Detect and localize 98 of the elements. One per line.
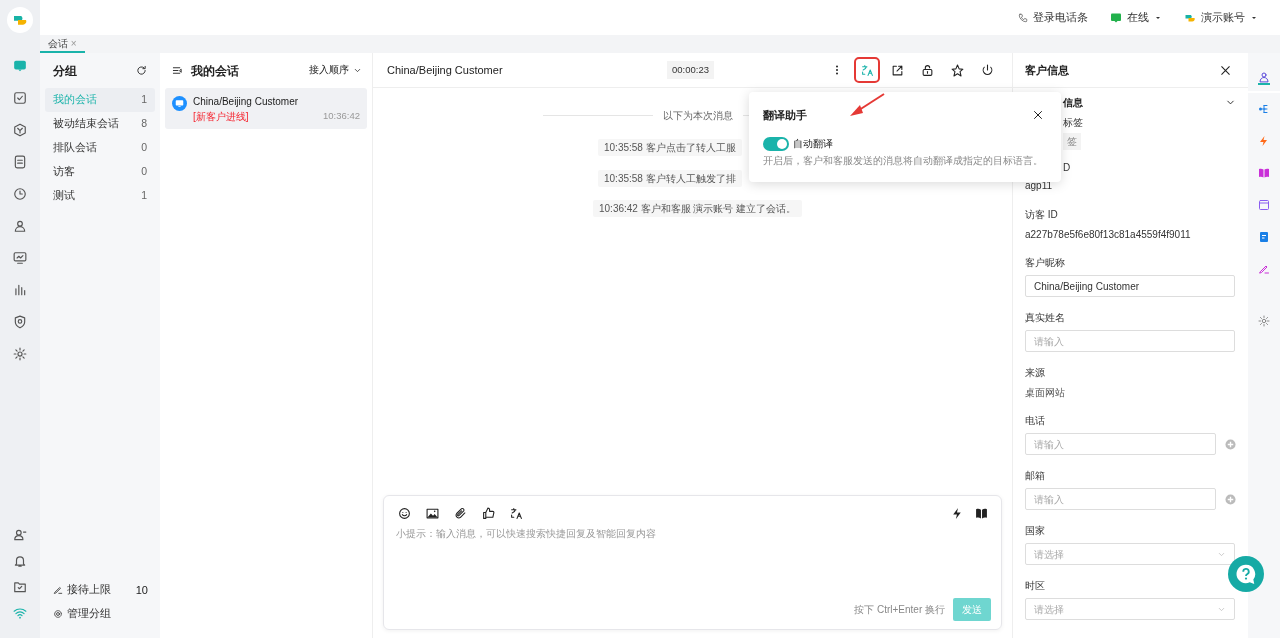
monitor-icon xyxy=(13,251,27,265)
toggle-switch[interactable] xyxy=(763,136,789,151)
hierarchy-icon xyxy=(1258,103,1270,115)
group-item[interactable]: 测试 1 xyxy=(45,184,155,208)
plus-icon xyxy=(1224,493,1236,505)
bell-icon xyxy=(13,554,27,568)
time-label: 10:36:42 xyxy=(323,109,360,123)
input-field[interactable]: China/Beijing Customer xyxy=(1025,275,1235,297)
document-icon xyxy=(13,155,27,169)
browser-window-icon xyxy=(1258,199,1270,211)
person-icon xyxy=(13,219,27,233)
person-icon xyxy=(1258,71,1270,83)
note-icon xyxy=(1258,231,1270,243)
pen-icon xyxy=(53,585,63,595)
timer: 00:00:23 xyxy=(667,60,714,80)
folder-icon xyxy=(13,580,27,594)
footer-link[interactable]: 管理分组 xyxy=(53,603,111,625)
wifi-icon xyxy=(13,606,27,620)
field-label: 电话 xyxy=(1025,414,1046,428)
plus-icon xyxy=(1224,438,1236,450)
avatar-icon xyxy=(172,96,187,111)
group-item[interactable]: 被动结束会话 8 xyxy=(45,112,155,136)
power-icon xyxy=(980,63,994,77)
limit-value: 10 xyxy=(135,582,148,598)
close-icon xyxy=(1032,109,1044,121)
field-label: 国家 xyxy=(1025,524,1046,538)
pen-icon xyxy=(1258,263,1270,275)
contact-name: China/Beijing Customer xyxy=(193,95,300,109)
chat-bubble-icon xyxy=(1110,11,1122,24)
phone-bar-link[interactable]: 登录电话条 xyxy=(1018,9,1088,26)
group-item[interactable]: 我的会话 1 xyxy=(45,88,155,112)
field-label: 访客 ID xyxy=(1025,208,1059,222)
sort-list-icon xyxy=(171,65,183,76)
thumbs-up-icon xyxy=(481,506,495,520)
refresh-icon xyxy=(135,65,147,76)
image-icon xyxy=(425,506,439,520)
hexagon-icon xyxy=(13,123,27,137)
field-label: 客户昵称 xyxy=(1025,256,1066,270)
bar-chart-icon xyxy=(13,283,27,297)
field-value: 桌面网站 xyxy=(1025,386,1066,400)
sort-dropdown[interactable]: 接入顺序 xyxy=(309,59,362,82)
divider-label: 以下为本次消息 xyxy=(663,109,733,123)
help-icon xyxy=(1235,563,1257,585)
panel-title: 分组 xyxy=(53,62,77,80)
settings-icon xyxy=(53,609,63,619)
lightning-icon xyxy=(950,506,964,520)
paperclip-icon xyxy=(453,506,467,520)
field-label: 时区 xyxy=(1025,579,1046,593)
settings-icon xyxy=(13,347,27,361)
book-icon xyxy=(974,506,988,520)
smiley-icon xyxy=(397,506,411,520)
share-icon xyxy=(890,63,904,77)
lock-icon xyxy=(920,63,934,77)
toggle-label: 自动翻译 xyxy=(793,137,833,151)
footer-link[interactable]: 接待上限 xyxy=(53,579,111,601)
field-label: D xyxy=(1063,161,1071,175)
translate-icon xyxy=(509,506,523,520)
app-logo xyxy=(7,7,33,33)
panel-title: 客户信息 xyxy=(1025,62,1069,78)
translate-icon xyxy=(860,63,874,77)
input-field[interactable]: 请输入 xyxy=(1025,488,1217,510)
chat-title: China/Beijing Customer xyxy=(387,62,504,78)
shortcut-hint: 按下 Ctrl+Enter 换行 xyxy=(854,603,945,617)
chevron-down-icon xyxy=(353,66,362,75)
lightning-icon xyxy=(1258,135,1270,147)
field-label: 真实姓名 xyxy=(1025,311,1066,325)
group-item[interactable]: 访客 0 xyxy=(45,160,155,184)
close-icon xyxy=(1218,63,1232,77)
field-label: 邮箱 xyxy=(1025,469,1046,483)
field-value: a227b78e5f6e80f13c81a4559f4f9011 xyxy=(1025,228,1192,242)
field-label: 来源 xyxy=(1025,366,1046,380)
tab[interactable]: 会话 × xyxy=(40,35,85,53)
input-field[interactable]: 请输入 xyxy=(1025,433,1217,455)
panel-title: 我的会话 xyxy=(191,62,239,80)
input-field[interactable]: 请输入 xyxy=(1025,330,1235,352)
event-message: 10:35:58 客户转人工触发了排 xyxy=(598,169,742,187)
field-value: agp11 xyxy=(1025,179,1054,193)
book-icon xyxy=(1258,167,1270,179)
phone-icon xyxy=(1018,12,1028,23)
tag-chip: 签 xyxy=(1063,133,1081,150)
conversation-item[interactable]: China/Beijing Customer [新客户进线] 10:36:42 xyxy=(165,88,367,129)
user-icon xyxy=(13,528,27,542)
shield-icon xyxy=(13,315,27,329)
clock-icon xyxy=(13,187,27,201)
account-dropdown[interactable]: 演示账号 xyxy=(1184,9,1258,26)
popover-description: 开启后，客户和客服发送的消息将自动翻译成指定的目标语言。 xyxy=(763,154,1044,168)
event-message: 10:36:42 客户和客服 演示账号 建立了会话。 xyxy=(593,200,803,217)
chat-bubble-icon xyxy=(13,59,27,73)
popover-title: 翻译助手 xyxy=(763,107,807,123)
checkbox-icon xyxy=(13,91,27,105)
settings-icon xyxy=(1258,315,1270,327)
status-dropdown[interactable]: 在线 xyxy=(1110,9,1162,26)
section-title: 信息 xyxy=(1063,95,1083,110)
status-tag: [新客户进线] xyxy=(193,109,249,124)
field-label: 标签 xyxy=(1063,116,1083,130)
group-item[interactable]: 排队会话 0 xyxy=(45,136,155,160)
star-icon xyxy=(950,63,964,77)
event-message: 10:35:58 客户点击了转人工服 xyxy=(598,139,742,156)
